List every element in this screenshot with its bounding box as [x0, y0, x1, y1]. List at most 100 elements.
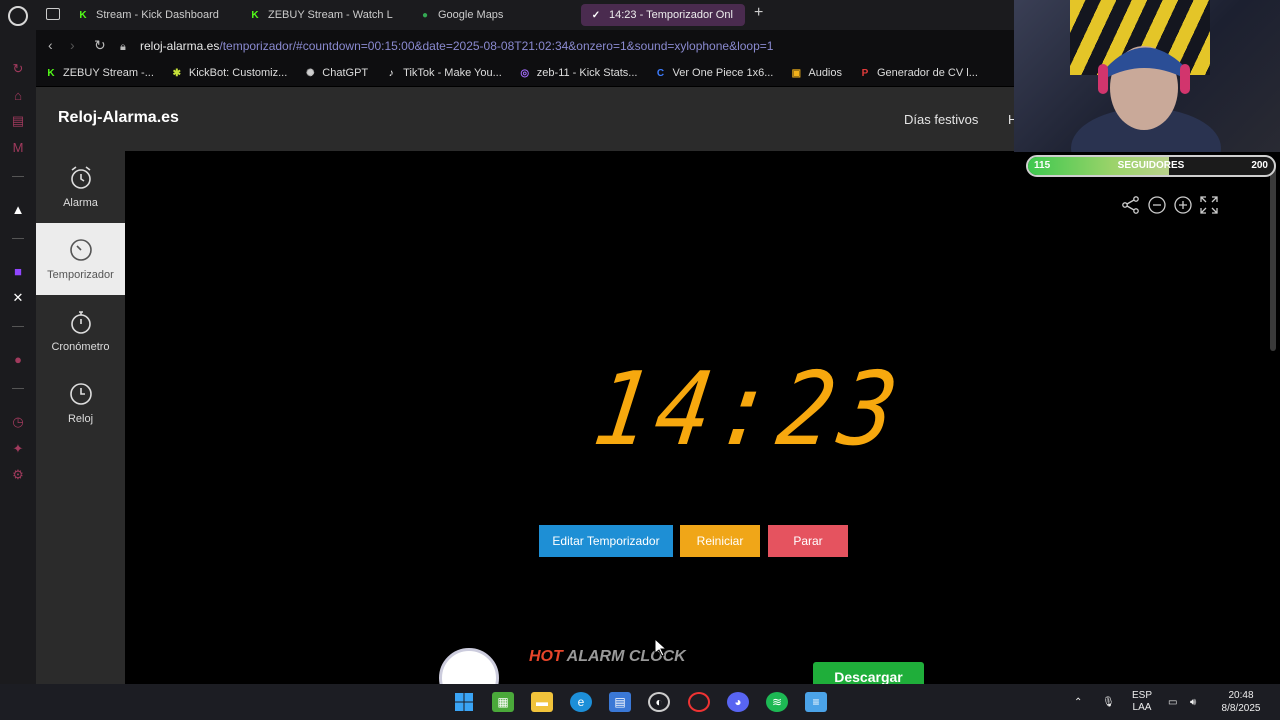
bookmark-label: Ver One Piece 1x6... [672, 67, 774, 79]
discord-icon[interactable]: ◕ [727, 692, 749, 712]
spotify-icon[interactable]: ≋ [766, 692, 788, 712]
bookmark-audios[interactable]: ▣ Audios [789, 66, 842, 80]
webcam-overlay [1014, 0, 1280, 152]
timer-panel: 14:23 Editar Temporizador Reiniciar Para… [125, 151, 1267, 708]
check-icon: ✓ [591, 9, 601, 21]
chatgpt-icon: ✺ [306, 67, 315, 79]
back-icon[interactable]: ‹ [48, 37, 53, 53]
url-host: reloj-alarma.es [140, 39, 220, 53]
minecraft-icon[interactable]: ▦ [492, 692, 514, 712]
maps-pin-icon: ● [421, 9, 429, 21]
notepad-icon[interactable]: ≡ [805, 692, 827, 712]
settings-gear-icon[interactable]: ⚙ [9, 466, 27, 484]
tab-bar: K Stream - Kick Dashboard K ZEBUY Stream… [36, 0, 1016, 30]
tab-google-maps[interactable]: ● Google Maps [418, 4, 548, 26]
edge-icon[interactable]: e [570, 692, 592, 712]
workspace-icon[interactable]: ⌂ [9, 86, 27, 104]
language-bottom: LAA [1132, 702, 1152, 713]
bookmark-kickbot[interactable]: ✱ KickBot: Customiz... [170, 66, 288, 80]
taskbar-date: 8/8/2025 [1221, 703, 1261, 714]
volume-icon[interactable]: 🔊︎ [1190, 684, 1196, 720]
timer-display: 14:23 [586, 350, 911, 469]
tab-zebuy-stream[interactable]: K ZEBUY Stream - Watch L [248, 4, 398, 26]
steam-icon[interactable]: ◐ [648, 692, 670, 712]
zoom-in-icon[interactable] [1173, 195, 1193, 215]
nav-label: Cronómetro [51, 341, 110, 353]
nav-label: Reloj [67, 413, 94, 425]
clock-datetime[interactable]: 20:48 8/8/2025 [1218, 684, 1264, 720]
sidebar-app-icon[interactable]: ▲ [9, 200, 27, 218]
history-icon[interactable]: ◷ [9, 413, 27, 431]
url-path: /temporizador/#countdown=00:15:00&date=2… [219, 39, 774, 53]
fullscreen-icon[interactable] [1199, 195, 1219, 215]
url-bar[interactable]: 🔒︎ reloj-alarma.es /temporizador/#countd… [120, 35, 1000, 57]
aria-icon[interactable]: ↻ [9, 60, 27, 78]
bookmark-zebuy[interactable]: K ZEBUY Stream -... [44, 66, 154, 80]
tab-temporizador[interactable]: ✓ 14:23 - Temporizador Onl [581, 4, 745, 26]
taskbar-time: 20:48 [1228, 690, 1254, 701]
share-icon[interactable] [1121, 195, 1141, 215]
follower-goal-bar: 115 SEGUIDORES 200 [1026, 155, 1276, 177]
bookmark-kick-stats[interactable]: ◎ zeb-11 - Kick Stats... [518, 66, 637, 80]
tab-label: 14:23 - Temporizador Onl [609, 9, 733, 21]
kickbot-icon: ✱ [172, 67, 182, 79]
nav-reloj[interactable]: Reloj [36, 367, 125, 439]
microphone-icon[interactable]: 🎙︎ [1102, 684, 1115, 720]
tab-label: Stream - Kick Dashboard [96, 9, 219, 21]
kick-icon: K [251, 9, 259, 21]
nav-cronometro[interactable]: Cronómetro [36, 295, 125, 367]
bookmarks-bar: K ZEBUY Stream -... ✱ KickBot: Customiz...… [36, 60, 1016, 86]
notes-icon[interactable]: ▤ [9, 112, 27, 130]
address-row: ‹ › ↻ 🔒︎ reloj-alarma.es /temporizador/#… [36, 30, 1016, 60]
tab-manager-icon[interactable] [46, 8, 60, 20]
windows-start-icon[interactable] [453, 692, 475, 712]
bookmark-cv[interactable]: P Generador de CV l... [858, 66, 978, 80]
cv-generator-icon: P [861, 67, 869, 79]
browser-sidebar: ↻ ⌂ ▤ M ▲ ■ ✕ ● ◷ ✦ ⚙ [0, 0, 36, 684]
bookmark-label: Audios [808, 67, 842, 79]
tab-kick-dashboard[interactable]: K Stream - Kick Dashboard [76, 4, 236, 26]
network-icon[interactable]: ▭ [1168, 684, 1177, 720]
reset-button[interactable]: Reiniciar [680, 525, 760, 557]
bookmark-label: ZEBUY Stream -... [63, 67, 154, 79]
lock-icon: 🔒︎ [120, 40, 126, 53]
crunchyroll-icon: C [656, 67, 665, 79]
page-scrollbar[interactable] [1267, 151, 1280, 684]
site-brand[interactable]: Reloj-Alarma.es [58, 109, 179, 127]
screen: ↻ ⌂ ▤ M ▲ ■ ✕ ● ◷ ✦ ⚙ K Stream - Kick Da… [0, 0, 1280, 720]
sidebar-divider [12, 238, 24, 239]
bookmark-tiktok[interactable]: ♪ TikTok - Make You... [384, 66, 502, 80]
nav-alarma[interactable]: Alarma [36, 151, 125, 223]
language-top: ESP [1132, 690, 1153, 701]
extensions-icon[interactable]: ✦ [9, 440, 27, 458]
windows-taskbar: ▦ ▬ e ▤ ◐ ◕ ≋ ≡ ⌃ 🎙︎ ESP LAA ▭ 🔊︎ 20:48 … [0, 684, 1280, 720]
ad-title-rest: ALARM CLOCK [562, 648, 686, 665]
mail-icon[interactable]: M [9, 138, 27, 156]
kick-icon: K [79, 9, 87, 21]
x-icon[interactable]: ✕ [9, 289, 27, 307]
stopwatch-icon [70, 311, 91, 334]
player-icon[interactable]: ● [9, 350, 27, 368]
holidays-link[interactable]: Días festivos [904, 112, 978, 127]
new-tab-button[interactable]: + [754, 4, 763, 22]
file-explorer-icon[interactable]: ▬ [531, 692, 553, 712]
reload-icon[interactable]: ↻ [94, 37, 106, 54]
nav-temporizador[interactable]: Temporizador [36, 223, 125, 295]
edit-timer-button[interactable]: Editar Temporizador [539, 525, 673, 557]
follower-label: SEGUIDORES [1117, 160, 1185, 171]
mouse-cursor-icon [654, 638, 666, 656]
opera-logo-icon[interactable] [8, 6, 28, 26]
opera-gx-icon[interactable] [688, 692, 710, 712]
tray-overflow-icon[interactable]: ⌃ [1074, 684, 1082, 720]
site-header: Reloj-Alarma.es Días festivos H [36, 87, 1017, 151]
store-icon[interactable]: ▤ [609, 692, 631, 712]
bookmark-chatgpt[interactable]: ✺ ChatGPT [303, 66, 368, 80]
bookmark-one-piece[interactable]: C Ver One Piece 1x6... [653, 66, 774, 80]
stop-button[interactable]: Parar [768, 525, 848, 557]
zoom-out-icon[interactable] [1147, 195, 1167, 215]
twitch-icon[interactable]: ■ [9, 262, 27, 280]
forward-icon[interactable]: › [70, 37, 75, 53]
language-indicator[interactable]: ESP LAA [1132, 684, 1152, 720]
sidebar-divider [12, 176, 24, 177]
scrollbar-thumb[interactable] [1270, 161, 1276, 351]
